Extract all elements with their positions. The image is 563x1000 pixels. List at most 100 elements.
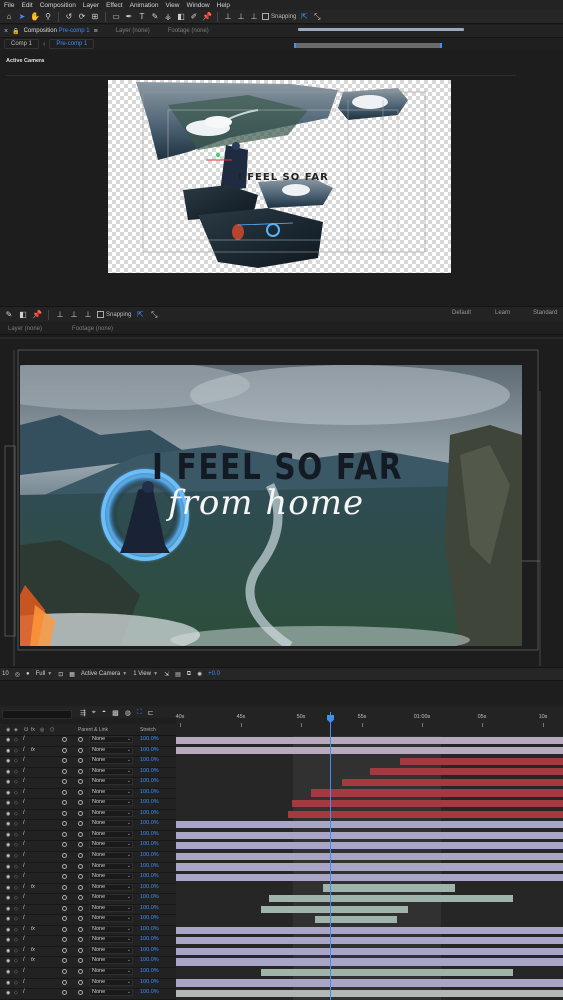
eye-icon[interactable]: ◉ bbox=[6, 958, 10, 964]
quality-switch-icon[interactable]: / bbox=[23, 968, 25, 974]
layer-duration-bar[interactable] bbox=[176, 947, 563, 955]
layer-duration-bar[interactable] bbox=[261, 968, 513, 977]
layer-row[interactable]: ◉ ◇ / None ⌄ 100.0% bbox=[0, 799, 176, 810]
eye-icon[interactable]: ◉ bbox=[6, 927, 10, 933]
pickwhip-icon[interactable] bbox=[62, 916, 67, 922]
pickwhip-icon[interactable] bbox=[62, 737, 67, 742]
parent-dropdown[interactable]: None ⌄ bbox=[89, 841, 133, 849]
local-axis-icon[interactable]: ⊥ bbox=[55, 310, 65, 320]
pickwhip-icon[interactable] bbox=[62, 779, 67, 785]
pickwhip-icon[interactable] bbox=[62, 810, 67, 816]
layer-duration-bar[interactable] bbox=[323, 884, 455, 892]
quality-switch-icon[interactable]: / bbox=[23, 863, 25, 869]
time-ruler[interactable]: 40s 45s 50s 55s 01:00s 05s 10s bbox=[176, 706, 563, 736]
snap-features-icon[interactable]: ⤡ bbox=[312, 12, 322, 22]
orbit-tool-icon[interactable]: ⟳ bbox=[77, 12, 87, 22]
quality-switch-icon[interactable]: / bbox=[23, 884, 25, 890]
eye-icon[interactable]: ◉ bbox=[6, 779, 10, 785]
parent-dropdown[interactable]: None ⌄ bbox=[89, 968, 133, 976]
menu-item-animation[interactable]: Animation bbox=[130, 2, 159, 9]
solo-icon[interactable]: ◇ bbox=[14, 737, 18, 743]
roto-brush-tool-icon[interactable]: ✐ bbox=[189, 12, 199, 22]
stretch-value[interactable]: 100.0% bbox=[140, 873, 159, 879]
layer-search-input[interactable] bbox=[2, 710, 72, 719]
solo-icon[interactable]: ◇ bbox=[14, 990, 18, 996]
quality-switch-icon[interactable]: / bbox=[23, 810, 25, 816]
workspace-standard[interactable]: Standard bbox=[533, 310, 557, 316]
workspace-learn[interactable]: Learn bbox=[495, 310, 510, 316]
parent-dropdown[interactable]: None ⌄ bbox=[89, 746, 133, 754]
eye-icon[interactable]: ◉ bbox=[6, 885, 10, 891]
region-of-interest-icon[interactable]: ⊡ bbox=[58, 671, 63, 678]
solo-icon[interactable]: ◇ bbox=[14, 895, 18, 901]
parent-dropdown[interactable]: None ⌄ bbox=[89, 820, 133, 828]
parent-dropdown[interactable]: None ⌄ bbox=[89, 936, 133, 944]
pickwhip-icon[interactable] bbox=[62, 747, 67, 753]
layer-row[interactable]: ◉ ◇ / None ⌄ 100.0% bbox=[0, 820, 176, 831]
parent-dropdown[interactable]: None ⌄ bbox=[89, 767, 133, 775]
layer-row[interactable]: ◉ ◇ / None ⌄ 100.0% bbox=[0, 757, 176, 768]
puppet-pin-tool-icon[interactable]: 📌 bbox=[202, 12, 212, 22]
stretch-value[interactable]: 100.0% bbox=[140, 736, 159, 742]
solo-icon[interactable]: ◇ bbox=[14, 811, 18, 817]
menu-item-help[interactable]: Help bbox=[217, 2, 230, 9]
snapping-toggle[interactable]: Snapping bbox=[262, 13, 296, 20]
stretch-value[interactable]: 100.0% bbox=[140, 757, 159, 763]
pre-comp-viewport[interactable]: I FEEL SO FAR bbox=[108, 80, 451, 273]
eraser-tool-icon[interactable]: ◧ bbox=[176, 12, 186, 22]
layer-duration-bar[interactable] bbox=[261, 905, 409, 913]
layer-duration-bar[interactable] bbox=[292, 799, 563, 808]
eye-icon[interactable]: ◉ bbox=[6, 758, 10, 764]
quality-switch-icon[interactable]: / bbox=[23, 936, 25, 942]
layer-row[interactable]: ◉ ◇ / fx None ⌄ 100.0% bbox=[0, 946, 176, 958]
layer-duration-bar[interactable] bbox=[342, 778, 563, 787]
quality-switch-icon[interactable]: / bbox=[23, 905, 25, 911]
eye-icon[interactable]: ◉ bbox=[6, 790, 10, 796]
stretch-value[interactable]: 100.0% bbox=[140, 768, 159, 774]
quality-switch-icon[interactable]: / bbox=[23, 957, 25, 963]
eye-icon[interactable]: ◉ bbox=[6, 811, 10, 817]
parent-dropdown[interactable]: None ⌄ bbox=[89, 788, 133, 796]
pickwhip-icon[interactable] bbox=[62, 990, 67, 996]
parent-dropdown[interactable]: None ⌄ bbox=[89, 757, 133, 765]
parent-pickwhip-icon[interactable] bbox=[78, 800, 83, 806]
eye-icon[interactable]: ◉ bbox=[6, 748, 10, 754]
layer-row[interactable]: ◉ ◇ / None ⌄ 100.0% bbox=[0, 809, 176, 821]
layer-row[interactable]: ◉ ◇ / fx None ⌄ 100.0% bbox=[0, 746, 176, 758]
layer-duration-bar[interactable] bbox=[176, 926, 563, 934]
view-layout-dropdown[interactable]: 1 View ▼ bbox=[133, 671, 158, 677]
snapping-checkbox-secondary[interactable] bbox=[97, 311, 104, 318]
pickwhip-icon[interactable] bbox=[62, 789, 67, 795]
quality-switch-icon[interactable]: / bbox=[23, 820, 25, 826]
parent-dropdown[interactable]: None ⌄ bbox=[89, 894, 133, 902]
fx-icon[interactable]: fx bbox=[31, 957, 35, 963]
parent-dropdown[interactable]: None ⌄ bbox=[89, 915, 133, 923]
parent-pickwhip-icon[interactable] bbox=[78, 926, 83, 932]
quality-switch-icon[interactable]: / bbox=[23, 799, 25, 805]
parent-pickwhip-icon[interactable] bbox=[78, 905, 83, 911]
eye-icon[interactable]: ◉ bbox=[6, 980, 10, 986]
parent-pickwhip-icon[interactable] bbox=[78, 916, 83, 922]
layer-duration-bar[interactable] bbox=[400, 757, 563, 765]
layer-duration-bar[interactable] bbox=[176, 821, 563, 829]
layer-row[interactable]: ◉ ◇ / None ⌄ 100.0% bbox=[0, 936, 176, 947]
quality-switch-icon[interactable]: / bbox=[23, 926, 25, 932]
eye-icon[interactable]: ◉ bbox=[6, 990, 10, 996]
parent-dropdown[interactable]: None ⌄ bbox=[89, 873, 133, 881]
camera-dropdown[interactable]: Active Camera ▼ bbox=[81, 671, 127, 677]
layer-duration-bar[interactable] bbox=[176, 831, 563, 839]
eye-icon[interactable]: ◉ bbox=[6, 937, 10, 943]
layer-duration-bar[interactable] bbox=[369, 768, 563, 776]
parent-pickwhip-icon[interactable] bbox=[78, 842, 83, 848]
menu-item-effect[interactable]: Effect bbox=[106, 2, 123, 9]
parent-pickwhip-icon[interactable] bbox=[78, 831, 83, 837]
solo-icon[interactable]: ◇ bbox=[14, 969, 18, 975]
parent-dropdown[interactable]: None ⌄ bbox=[89, 989, 133, 997]
pickwhip-icon[interactable] bbox=[62, 821, 67, 827]
layer-row[interactable]: ◉ ◇ / None ⌄ 100.0% bbox=[0, 788, 176, 800]
flowchart-icon[interactable]: ⧉ bbox=[187, 671, 191, 678]
world-axis-icon[interactable]: ⊥ bbox=[69, 310, 79, 320]
quality-switch-icon[interactable]: / bbox=[23, 979, 25, 985]
exposure-icon[interactable]: ✺ bbox=[197, 671, 202, 678]
solo-icon[interactable]: ◇ bbox=[14, 937, 18, 943]
